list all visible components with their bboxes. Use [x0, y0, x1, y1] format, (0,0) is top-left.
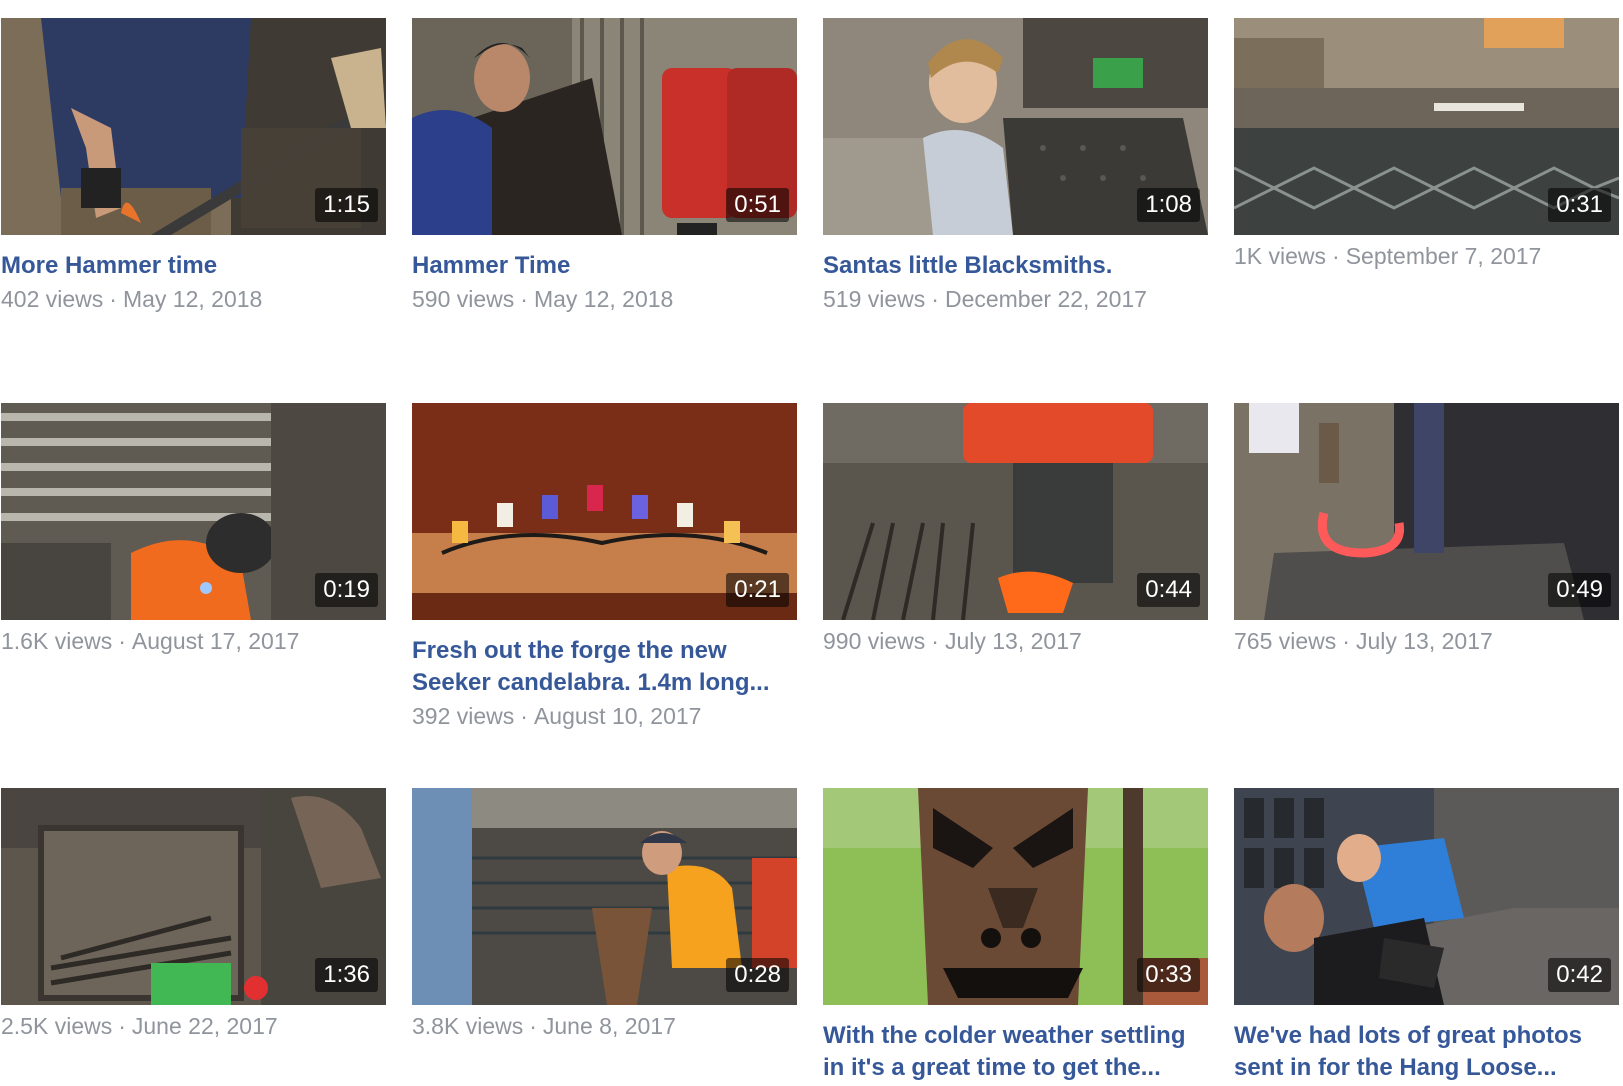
meta-separator: · [931, 628, 939, 654]
video-title-line-2: in it's a great time to get the... [823, 1054, 1161, 1081]
video-card: 0:19 1.6K views · August 17, 2017 [1, 403, 386, 656]
video-title[interactable]: With the colder weather settling in it's … [823, 1020, 1208, 1084]
upload-date: June 8, 2017 [542, 1013, 676, 1039]
view-count: 519 views [823, 286, 926, 312]
video-card: 0:51 Hammer Time 590 views · May 12, 2018 [412, 18, 797, 314]
video-card: 0:42 We've had lots of great photos sent … [1234, 788, 1619, 1084]
upload-date: September 7, 2017 [1345, 243, 1542, 269]
video-meta: 519 views · December 22, 2017 [823, 284, 1208, 314]
video-card: 0:49 765 views · July 13, 2017 [1234, 403, 1619, 656]
duration-badge: 1:08 [1137, 188, 1200, 222]
video-title[interactable]: Fresh out the forge the new Seeker candel… [412, 635, 797, 699]
video-title-line-1: Fresh out the forge the new [412, 637, 727, 664]
video-card: 1:08 Santas little Blacksmiths. 519 view… [823, 18, 1208, 314]
video-thumbnail[interactable]: 0:28 [412, 788, 797, 1005]
video-thumbnail[interactable]: 0:44 [823, 403, 1208, 620]
view-count: 402 views [1, 286, 104, 312]
video-thumbnail[interactable]: 1:36 [1, 788, 386, 1005]
duration-badge: 0:19 [315, 573, 378, 607]
view-count: 1K views [1234, 243, 1327, 269]
upload-date: August 17, 2017 [131, 628, 300, 654]
video-card: 0:28 3.8K views · June 8, 2017 [412, 788, 797, 1041]
video-meta: 765 views · July 13, 2017 [1234, 626, 1619, 656]
duration-badge: 0:44 [1137, 573, 1200, 607]
duration-badge: 0:49 [1548, 573, 1611, 607]
video-title[interactable]: Santas little Blacksmiths. [823, 250, 1208, 282]
video-thumbnail[interactable]: 0:31 [1234, 18, 1619, 235]
duration-badge: 0:31 [1548, 188, 1611, 222]
duration-badge: 1:36 [315, 958, 378, 992]
meta-separator: · [118, 628, 126, 654]
video-meta: 3.8K views · June 8, 2017 [412, 1011, 797, 1041]
view-count: 392 views [412, 703, 515, 729]
view-count: 2.5K views [1, 1013, 113, 1039]
video-title-line-1: With the colder weather settling [823, 1022, 1186, 1049]
meta-separator: · [1332, 243, 1340, 269]
video-thumbnail[interactable]: 0:49 [1234, 403, 1619, 620]
video-grid: 1:15 More Hammer time 402 views · May 12, … [0, 0, 1623, 1086]
video-title-line-1: We've had lots of great photos [1234, 1022, 1582, 1049]
upload-date: July 13, 2017 [1355, 628, 1493, 654]
meta-separator: · [520, 286, 528, 312]
video-meta: 1.6K views · August 17, 2017 [1, 626, 386, 656]
video-card: 1:15 More Hammer time 402 views · May 12, … [1, 18, 386, 314]
meta-separator: · [1342, 628, 1350, 654]
video-title-line-2: Seeker candelabra. 1.4m long... [412, 669, 770, 696]
video-thumbnail[interactable]: 0:42 [1234, 788, 1619, 1005]
video-thumbnail[interactable]: 1:15 [1, 18, 386, 235]
video-meta: 590 views · May 12, 2018 [412, 284, 797, 314]
video-card: 1:36 2.5K views · June 22, 2017 [1, 788, 386, 1041]
meta-separator: · [931, 286, 939, 312]
video-meta: 2.5K views · June 22, 2017 [1, 1011, 386, 1041]
video-thumbnail[interactable]: 0:21 [412, 403, 797, 620]
view-count: 990 views [823, 628, 926, 654]
video-title[interactable]: We've had lots of great photos sent in fo… [1234, 1020, 1619, 1084]
video-thumbnail[interactable]: 0:51 [412, 18, 797, 235]
view-count: 1.6K views [1, 628, 113, 654]
meta-separator: · [118, 1013, 126, 1039]
video-title[interactable]: More Hammer time [1, 250, 386, 282]
video-thumbnail[interactable]: 0:33 [823, 788, 1208, 1005]
video-card: 0:44 990 views · July 13, 2017 [823, 403, 1208, 656]
meta-separator: · [529, 1013, 537, 1039]
video-thumbnail[interactable]: 0:19 [1, 403, 386, 620]
duration-badge: 0:51 [726, 188, 789, 222]
duration-badge: 0:21 [726, 573, 789, 607]
view-count: 765 views [1234, 628, 1337, 654]
video-card: 0:31 1K views · September 7, 2017 [1234, 18, 1619, 271]
video-title-line-2: sent in for the Hang Loose... [1234, 1054, 1557, 1081]
upload-date: May 12, 2018 [533, 286, 674, 312]
view-count: 3.8K views [412, 1013, 524, 1039]
duration-badge: 0:42 [1548, 958, 1611, 992]
upload-date: June 22, 2017 [131, 1013, 278, 1039]
upload-date: August 10, 2017 [533, 703, 702, 729]
video-thumbnail[interactable]: 1:08 [823, 18, 1208, 235]
upload-date: December 22, 2017 [944, 286, 1147, 312]
upload-date: May 12, 2018 [122, 286, 263, 312]
meta-separator: · [520, 703, 528, 729]
video-title[interactable]: Hammer Time [412, 250, 797, 282]
view-count: 590 views [412, 286, 515, 312]
video-card: 0:21 Fresh out the forge the new Seeker c… [412, 403, 797, 731]
upload-date: July 13, 2017 [944, 628, 1082, 654]
meta-separator: · [109, 286, 117, 312]
video-meta: 402 views · May 12, 2018 [1, 284, 386, 314]
duration-badge: 1:15 [315, 188, 378, 222]
video-meta: 1K views · September 7, 2017 [1234, 241, 1619, 271]
duration-badge: 0:33 [1137, 958, 1200, 992]
duration-badge: 0:28 [726, 958, 789, 992]
video-card: 0:33 With the colder weather settling in … [823, 788, 1208, 1084]
video-meta: 392 views · August 10, 2017 [412, 701, 797, 731]
video-meta: 990 views · July 13, 2017 [823, 626, 1208, 656]
